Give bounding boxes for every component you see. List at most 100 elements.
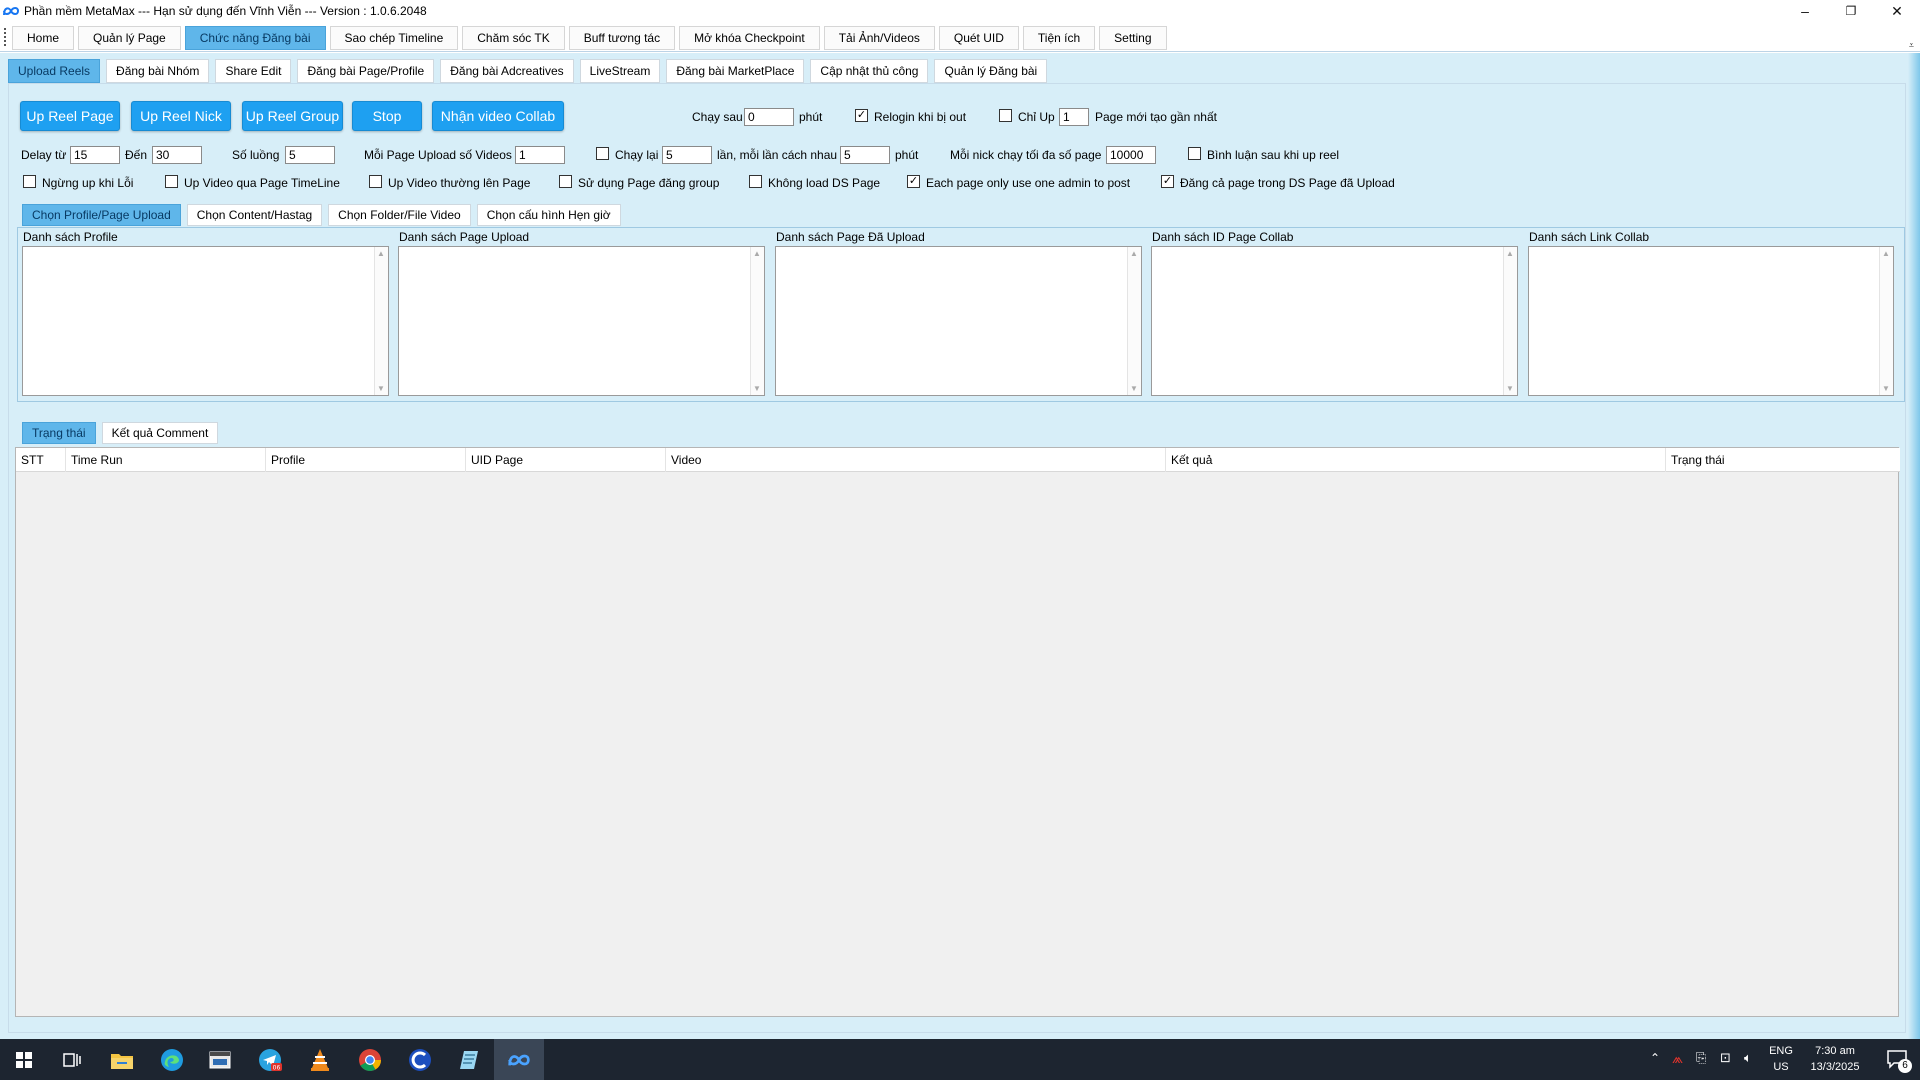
chay-sau-input[interactable]: 0 (744, 108, 794, 126)
page-da-upload-listbox[interactable]: ▲ ▼ (775, 246, 1142, 396)
taskbar-clock[interactable]: 7:30 am 13/3/2025 (1800, 1043, 1870, 1075)
each-page-checkbox[interactable]: ✓ (907, 175, 920, 188)
network-icon[interactable]: ⊡ (1720, 1050, 1731, 1066)
khong-load-checkbox[interactable] (749, 175, 762, 188)
taskbar-metamax[interactable] (494, 1039, 544, 1080)
scroll-down-icon[interactable]: ▼ (377, 384, 385, 393)
menu-tab-buff-tuong-tac[interactable]: Buff tương tác (568, 26, 676, 50)
tab-chon-cau-hinh-hen-gio[interactable]: Chọn cấu hình Hẹn giờ (476, 204, 621, 226)
dang-ca-checkbox[interactable]: ✓ (1161, 175, 1174, 188)
taskbar-vlc[interactable] (296, 1039, 344, 1080)
start-button[interactable] (0, 1039, 48, 1080)
menu-tab-sao-chep-timeline[interactable]: Sao chép Timeline (329, 26, 459, 50)
column-header-profile[interactable]: Profile (266, 448, 466, 472)
maximize-button[interactable]: ❐ (1828, 0, 1874, 22)
chay-lai-input[interactable]: 5 (662, 146, 712, 164)
den-input[interactable]: 30 (152, 146, 202, 164)
binh-luan-checkbox[interactable] (1188, 147, 1201, 160)
tray-overflow-chevron-icon[interactable]: ⌃ (1650, 1051, 1660, 1065)
cach-nhau-input[interactable]: 5 (840, 146, 890, 164)
menu-tab-chuc-nang-dang-bai[interactable]: Chức năng Đăng bài (184, 26, 326, 50)
moi-nick-input[interactable]: 10000 (1106, 146, 1156, 164)
link-collab-list-scrollbar[interactable]: ▲ ▼ (1879, 247, 1893, 395)
menu-tab-tai-anh-videos[interactable]: Tải Ảnh/Videos (823, 26, 935, 50)
tab-chon-folder-video[interactable]: Chọn Folder/File Video (328, 204, 471, 226)
tab-trang-thai[interactable]: Trạng thái (22, 422, 96, 444)
tab-chon-content-hastag[interactable]: Chọn Content/Hastag (186, 204, 323, 226)
page-da-upload-list-scrollbar[interactable]: ▲ ▼ (1127, 247, 1141, 395)
stop-button[interactable]: Stop (352, 101, 422, 131)
input-language-indicator[interactable]: ENG US (1766, 1043, 1796, 1075)
taskbar-coc-coc[interactable] (396, 1039, 444, 1080)
scroll-up-icon[interactable]: ▲ (377, 249, 385, 258)
menu-tab-tien-ich[interactable]: Tiện ích (1022, 26, 1096, 50)
menu-tab-quan-ly-page[interactable]: Quản lý Page (78, 26, 181, 50)
profile-list-scrollbar[interactable]: ▲ ▼ (374, 247, 388, 395)
subtab-dang-bai-marketplace[interactable]: Đăng bài MarketPlace (666, 59, 805, 83)
page-upload-list-scrollbar[interactable]: ▲ ▼ (750, 247, 764, 395)
tab-chon-profile-page[interactable]: Chọn Profile/Page Upload (22, 204, 181, 226)
subtab-dang-bai-page-profile[interactable]: Đăng bài Page/Profile (297, 59, 435, 83)
taskbar-app-window[interactable] (196, 1039, 244, 1080)
chay-lai-checkbox[interactable] (596, 147, 609, 160)
column-header-time-run[interactable]: Time Run (66, 448, 266, 472)
chi-up-checkbox[interactable] (999, 109, 1012, 122)
subtab-share-edit[interactable]: Share Edit (215, 59, 292, 83)
column-header-uid-page[interactable]: UID Page (466, 448, 666, 472)
subtab-quan-ly-dang-bai[interactable]: Quản lý Đăng bài (934, 59, 1048, 83)
menu-tab-setting[interactable]: Setting (1099, 26, 1167, 50)
column-header-stt[interactable]: STT (16, 448, 66, 472)
up-reel-nick-button[interactable]: Up Reel Nick (131, 101, 231, 131)
close-button[interactable]: ✕ (1874, 0, 1920, 22)
taskbar-telegram[interactable]: 06 (246, 1039, 294, 1080)
scroll-down-icon[interactable]: ▼ (1130, 384, 1138, 393)
subtab-cap-nhat-thu-cong[interactable]: Cập nhật thủ công (810, 59, 929, 83)
up-thuong-checkbox[interactable] (369, 175, 382, 188)
taskbar-notepad[interactable] (446, 1039, 494, 1080)
taskbar-edge[interactable] (148, 1039, 196, 1080)
delay-tu-input[interactable]: 15 (70, 146, 120, 164)
page-upload-listbox[interactable]: ▲ ▼ (398, 246, 765, 396)
subtab-dang-bai-adcreatives[interactable]: Đăng bài Adcreatives (440, 59, 574, 83)
id-page-collab-list-scrollbar[interactable]: ▲ ▼ (1503, 247, 1517, 395)
status-table[interactable]: STT Time Run Profile UID Page Video Kết … (15, 447, 1900, 1017)
subtab-livestream[interactable]: LiveStream (579, 59, 661, 83)
scroll-down-icon[interactable]: ▼ (753, 384, 761, 393)
column-header-trang-thai[interactable]: Trạng thái (1666, 448, 1898, 472)
up-reel-group-button[interactable]: Up Reel Group (242, 101, 343, 131)
tab-ket-qua-comment[interactable]: Kết quả Comment (101, 422, 219, 444)
tray-meet-now-icon[interactable]: ⎘ (1696, 1050, 1706, 1066)
taskbar-chrome[interactable] (346, 1039, 394, 1080)
notification-center-button[interactable]: 6 (1886, 1049, 1912, 1073)
scroll-up-icon[interactable]: ▲ (1882, 249, 1890, 258)
up-timeline-checkbox[interactable] (165, 175, 178, 188)
moi-page-input[interactable]: 1 (515, 146, 565, 164)
scroll-up-icon[interactable]: ▲ (753, 249, 761, 258)
menu-tab-mo-khoa-checkpoint[interactable]: Mở khóa Checkpoint (679, 26, 820, 50)
toolbar-grip[interactable] (4, 28, 7, 46)
su-dung-group-checkbox[interactable] (559, 175, 572, 188)
menu-tab-quet-uid[interactable]: Quét UID (938, 26, 1019, 50)
up-reel-page-button[interactable]: Up Reel Page (20, 101, 120, 131)
menu-tab-home[interactable]: Home (12, 26, 75, 50)
task-view-button[interactable] (48, 1039, 96, 1080)
scroll-down-icon[interactable]: ▼ (1882, 384, 1890, 393)
link-collab-listbox[interactable]: ▲ ▼ (1528, 246, 1894, 396)
id-page-collab-listbox[interactable]: ▲ ▼ (1151, 246, 1518, 396)
chi-up-input[interactable]: 1 (1059, 108, 1089, 126)
scroll-down-icon[interactable]: ▼ (1506, 384, 1514, 393)
scroll-up-icon[interactable]: ▲ (1506, 249, 1514, 258)
taskbar-file-explorer[interactable] (98, 1039, 146, 1080)
nhan-video-collab-button[interactable]: Nhận video Collab (432, 101, 564, 131)
subtab-dang-bai-nhom[interactable]: Đăng bài Nhóm (106, 59, 210, 83)
column-header-video[interactable]: Video (666, 448, 1166, 472)
overflow-chevron-icon[interactable]: ⩡ (1909, 40, 1914, 51)
volume-icon[interactable]: 🔈︎ (1744, 1050, 1752, 1066)
ngung-up-checkbox[interactable] (23, 175, 36, 188)
so-luong-input[interactable]: 5 (285, 146, 335, 164)
menu-tab-cham-soc-tk[interactable]: Chăm sóc TK (462, 26, 565, 50)
scroll-up-icon[interactable]: ▲ (1130, 249, 1138, 258)
minimize-button[interactable]: – (1782, 0, 1828, 22)
relogin-checkbox[interactable]: ✓ (855, 109, 868, 122)
subtab-upload-reels[interactable]: Upload Reels (8, 59, 101, 83)
